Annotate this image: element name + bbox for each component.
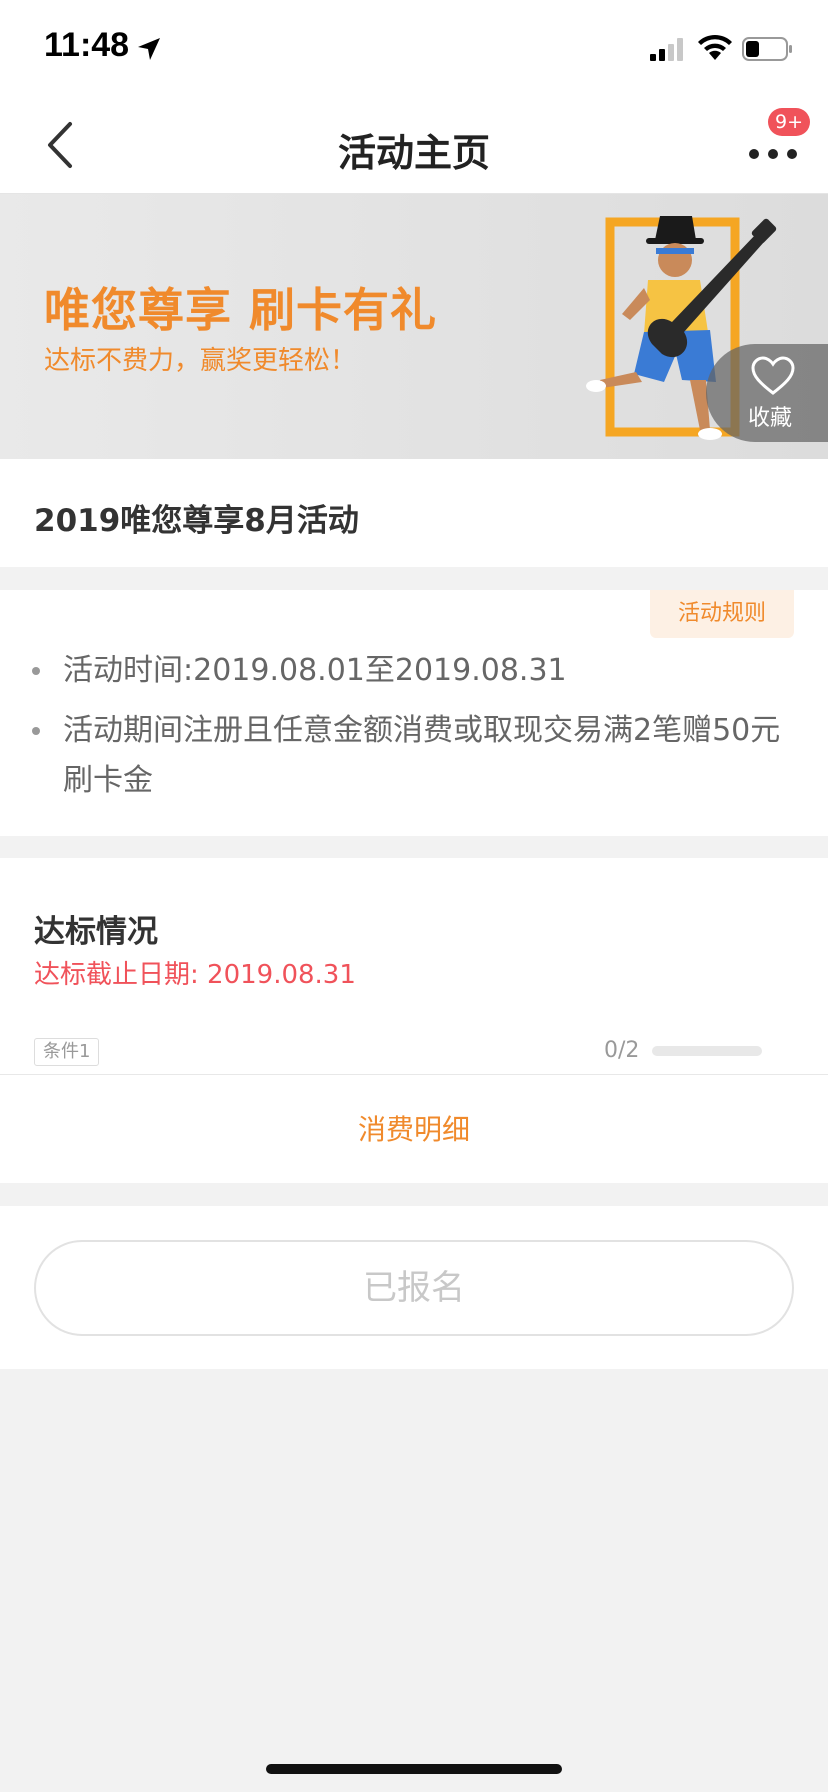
bullet-dot [32, 667, 40, 675]
cellular-signal-icon [650, 38, 683, 61]
activity-rules-button[interactable]: 活动规则 [650, 590, 794, 638]
banner-subtitle: 达标不费力，赢奖更轻松！ [44, 346, 357, 376]
registered-button: 已报名 [34, 1240, 794, 1336]
activity-info-card: 活动规则 活动时间:2019.08.01至2019.08.31 活动期间注册且任… [0, 590, 828, 836]
spending-detail-link[interactable]: 消费明细 [0, 1108, 828, 1148]
favorite-button[interactable]: 收藏 [706, 344, 828, 442]
notification-badge: 9+ [768, 108, 811, 136]
register-section: 已报名 [0, 1206, 828, 1369]
more-options-icon[interactable] [744, 132, 804, 162]
page-title: 活动主页 [337, 131, 490, 175]
activity-name: 2019唯您尊享8月活动 [34, 503, 359, 539]
battery-icon [742, 37, 792, 61]
navigation-bar: 活动主页 9+ [0, 92, 828, 194]
heart-icon [751, 356, 795, 395]
activity-name-card: 2019唯您尊享8月活动 [0, 459, 828, 567]
bullet-dot [32, 727, 40, 735]
info-item-text: 活动期间注册且任意金额消费或取现交易满2笔赠50元刷卡金 [63, 713, 781, 798]
wifi-icon [698, 34, 732, 60]
progress-count: 0/2 [604, 1038, 640, 1063]
compliance-title: 达标情况 [34, 914, 158, 950]
location-arrow-icon [138, 38, 160, 60]
condition-tag: 条件1 [34, 1038, 100, 1066]
banner-title: 唯您尊享 刷卡有礼 [44, 283, 438, 337]
info-item-text: 活动时间:2019.08.01至2019.08.31 [63, 653, 567, 688]
compliance-deadline: 达标截止日期: 2019.08.31 [34, 960, 356, 990]
activity-banner: 唯您尊享 刷卡有礼 达标不费力，赢奖更轻松！ 收藏 [0, 194, 828, 459]
favorite-label: 收藏 [748, 406, 793, 431]
info-item-reward: 活动期间注册且任意金额消费或取现交易满2笔赠50元刷卡金 [30, 706, 820, 806]
compliance-card: 达标情况 达标截止日期: 2019.08.31 条件1 0/2 消费明细 [0, 858, 828, 1183]
info-item-time: 活动时间:2019.08.01至2019.08.31 [30, 646, 820, 696]
status-time: 11:48 [44, 26, 130, 64]
progress-bar [652, 1046, 762, 1056]
status-bar: 11:48 [0, 0, 828, 92]
home-indicator [266, 1764, 562, 1774]
divider [0, 1074, 828, 1075]
